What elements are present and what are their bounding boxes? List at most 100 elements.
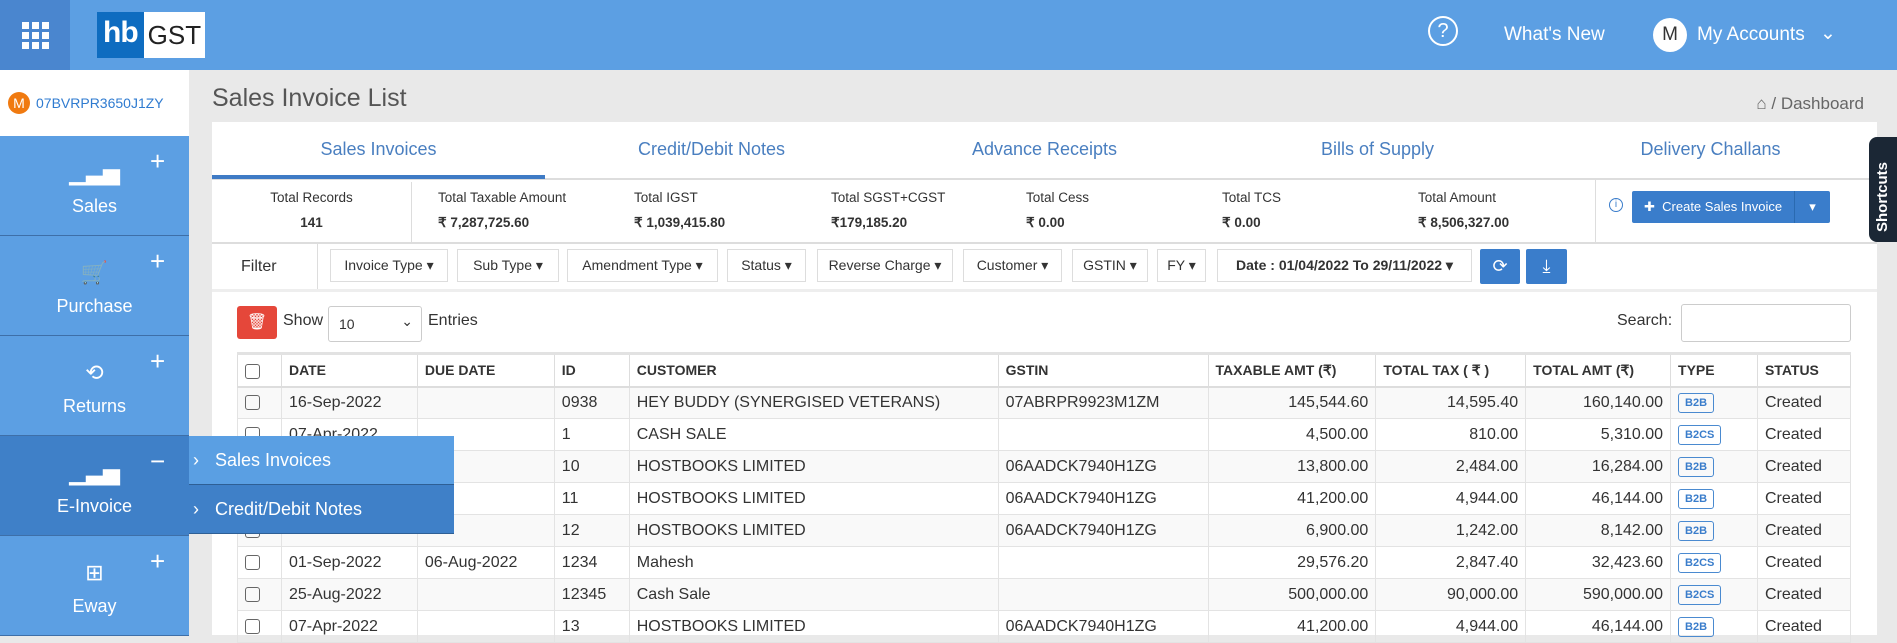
table-row[interactable]: 12 HOSTBOOKS LIMITED 06AADCK7940H1ZG 6,900.… bbox=[237, 514, 1852, 547]
row-checkbox[interactable] bbox=[237, 578, 282, 611]
select-all-checkbox[interactable] bbox=[237, 352, 282, 388]
shortcuts-tab[interactable]: Shortcuts bbox=[1869, 137, 1897, 242]
row-checkbox[interactable] bbox=[237, 386, 282, 419]
plus-icon: ✚ bbox=[1644, 199, 1655, 214]
table-cell: 4,944.00 bbox=[1375, 482, 1527, 515]
sidebar-item-purchase[interactable]: 🛒 + Purchase bbox=[0, 236, 189, 336]
delete-button[interactable]: 🗑 bbox=[237, 306, 277, 339]
account-selector[interactable]: M 07BVRPR3650J1ZY bbox=[0, 70, 189, 136]
filter-reverse-charge[interactable]: Reverse Charge ▾ bbox=[817, 249, 953, 282]
divider bbox=[317, 244, 318, 290]
show-label: Show bbox=[283, 312, 324, 329]
column-header[interactable]: TAXABLE AMT (₹) bbox=[1207, 352, 1377, 388]
sidebar-item-label: Returns bbox=[62, 396, 127, 416]
active-tab-indicator bbox=[212, 175, 545, 179]
help-icon[interactable]: ? bbox=[1428, 16, 1458, 46]
download-icon[interactable]: ⤓ bbox=[1526, 249, 1567, 284]
table-row[interactable]: 16-Sep-2022 0938 HEY BUDDY (SYNERGISED VET… bbox=[237, 386, 1852, 419]
type-badge: B2B bbox=[1678, 488, 1715, 509]
table-cell: 06AADCK7940H1ZG bbox=[997, 482, 1209, 515]
create-sales-invoice-button[interactable]: ✚ Create Sales Invoice ▾ bbox=[1632, 191, 1830, 223]
sidebar-item-label: Sales bbox=[71, 196, 118, 216]
total-item: Total SGST+CGST ₹179,185.20 bbox=[831, 190, 946, 230]
type-cell: B2B bbox=[1670, 514, 1758, 547]
filter-sub-type[interactable]: Sub Type ▾ bbox=[457, 249, 559, 282]
refresh-icon[interactable]: ⟳ bbox=[1480, 249, 1520, 284]
whats-new-link[interactable]: What's New bbox=[1504, 24, 1605, 46]
breadcrumb-dashboard[interactable]: Dashboard bbox=[1781, 94, 1864, 113]
table-cell: 32,423.60 bbox=[1525, 546, 1672, 579]
column-header[interactable]: GSTIN bbox=[997, 352, 1209, 388]
table-row[interactable]: 01-Sep-2022 06-Aug-2022 1234 Mahesh 29,576.2… bbox=[237, 546, 1852, 579]
tab-sales-invoices[interactable]: Sales Invoices bbox=[212, 122, 545, 178]
date-range-filter[interactable]: Date : 01/04/2022 To 29/11/2022 ▾ bbox=[1217, 249, 1472, 282]
column-header[interactable]: DATE bbox=[280, 352, 418, 388]
total-item: Total Taxable Amount ₹ 7,287,725.60 bbox=[438, 190, 567, 230]
collapse-icon[interactable]: − bbox=[150, 446, 165, 477]
search-input[interactable] bbox=[1681, 304, 1851, 342]
table-cell: 90,000.00 bbox=[1375, 578, 1527, 611]
filter-fy[interactable]: FY ▾ bbox=[1157, 249, 1206, 282]
table-cell: 810.00 bbox=[1375, 418, 1527, 451]
breadcrumb[interactable]: ⌂ / Dashboard bbox=[1730, 94, 1864, 114]
sidebar-item-eway[interactable]: ⊞ + Eway bbox=[0, 536, 189, 636]
type-cell: B2CS bbox=[1670, 418, 1758, 451]
sidebar-item-returns[interactable]: ⟲ + Returns bbox=[0, 336, 189, 436]
column-header[interactable]: CUSTOMER bbox=[628, 352, 999, 388]
caret-down-icon[interactable]: ▾ bbox=[1794, 191, 1830, 223]
table-row[interactable]: 25-Aug-2022 12345 Cash Sale 500,000.00 90,00… bbox=[237, 578, 1852, 611]
filter-status[interactable]: Status ▾ bbox=[727, 249, 806, 282]
table-cell: Created bbox=[1756, 450, 1852, 483]
submenu-credit-debit-notes[interactable]: › Credit/Debit Notes bbox=[189, 485, 454, 534]
column-header[interactable]: TYPE bbox=[1670, 352, 1758, 388]
table-cell: 06AADCK7940H1ZG bbox=[997, 514, 1209, 547]
apps-grid-button[interactable] bbox=[0, 0, 70, 70]
column-header[interactable]: STATUS bbox=[1756, 352, 1852, 388]
expand-icon[interactable]: + bbox=[150, 246, 165, 277]
logo[interactable]: hb GST bbox=[97, 12, 206, 58]
my-accounts-menu[interactable]: My Accounts bbox=[1697, 24, 1805, 46]
chevron-down-icon[interactable]: ⌄ bbox=[1820, 22, 1836, 45]
table-row[interactable]: 10 HOSTBOOKS LIMITED 06AADCK7940H1ZG 13,800… bbox=[237, 450, 1852, 483]
logo-gst: GST bbox=[143, 12, 206, 58]
filter-customer[interactable]: Customer ▾ bbox=[963, 249, 1062, 282]
avatar[interactable]: M bbox=[1653, 18, 1687, 52]
expand-icon[interactable]: + bbox=[150, 146, 165, 177]
submenu-sales-invoices[interactable]: › Sales Invoices bbox=[189, 436, 454, 485]
table-cell: 41,200.00 bbox=[1207, 610, 1377, 643]
row-checkbox[interactable] bbox=[237, 610, 282, 643]
tab-advance-receipts[interactable]: Advance Receipts bbox=[878, 122, 1211, 178]
expand-icon[interactable]: + bbox=[150, 546, 165, 577]
total-item: Total Cess ₹ 0.00 bbox=[1026, 190, 1090, 230]
column-header[interactable]: DUE DATE bbox=[416, 352, 555, 388]
create-label: Create Sales Invoice bbox=[1662, 199, 1783, 214]
table-cell: 4,500.00 bbox=[1207, 418, 1377, 451]
tab-bills-of-supply[interactable]: Bills of Supply bbox=[1211, 122, 1544, 178]
table-cell: 46,144.00 bbox=[1525, 610, 1672, 643]
sidebar-item-sales[interactable]: ▁▃▅ + Sales bbox=[0, 136, 189, 236]
filter-invoice-type[interactable]: Invoice Type ▾ bbox=[330, 249, 448, 282]
row-checkbox[interactable] bbox=[237, 546, 282, 579]
type-badge: B2CS bbox=[1678, 552, 1722, 573]
table-cell: Created bbox=[1756, 546, 1852, 579]
tab-credit-debit-notes[interactable]: Credit/Debit Notes bbox=[545, 122, 878, 178]
table-cell: Mahesh bbox=[628, 546, 999, 579]
column-header[interactable]: ID bbox=[553, 352, 630, 388]
table-row[interactable]: 07-Apr-2022 13 HOSTBOOKS LIMITED 06AADCK794… bbox=[237, 610, 1852, 643]
tab-delivery-challans[interactable]: Delivery Challans bbox=[1544, 122, 1877, 178]
table-row[interactable]: 07-Apr-2022 1 CASH SALE 4,500.00 810.00 5,310… bbox=[237, 418, 1852, 451]
table-row[interactable]: 11 HOSTBOOKS LIMITED 06AADCK7940H1ZG 41,200… bbox=[237, 482, 1852, 515]
column-header[interactable]: TOTAL AMT (₹) bbox=[1525, 352, 1672, 388]
table-cell: 11 bbox=[553, 482, 630, 515]
expand-icon[interactable]: + bbox=[150, 346, 165, 377]
filter-gstin[interactable]: GSTIN ▾ bbox=[1072, 249, 1148, 282]
entries-select[interactable]: 10 ⌄ bbox=[328, 306, 422, 342]
divider bbox=[411, 182, 412, 242]
column-header[interactable]: TOTAL TAX ( ₹ ) bbox=[1375, 352, 1527, 388]
home-icon[interactable]: ⌂ bbox=[1756, 94, 1766, 113]
info-icon[interactable]: i bbox=[1609, 198, 1623, 212]
type-cell: B2CS bbox=[1670, 578, 1758, 611]
sidebar-item-e-invoice[interactable]: ▁▃▅ − E-Invoice bbox=[0, 436, 189, 536]
table-cell: 145,544.60 bbox=[1207, 386, 1377, 419]
filter-amendment-type[interactable]: Amendment Type ▾ bbox=[567, 249, 718, 282]
